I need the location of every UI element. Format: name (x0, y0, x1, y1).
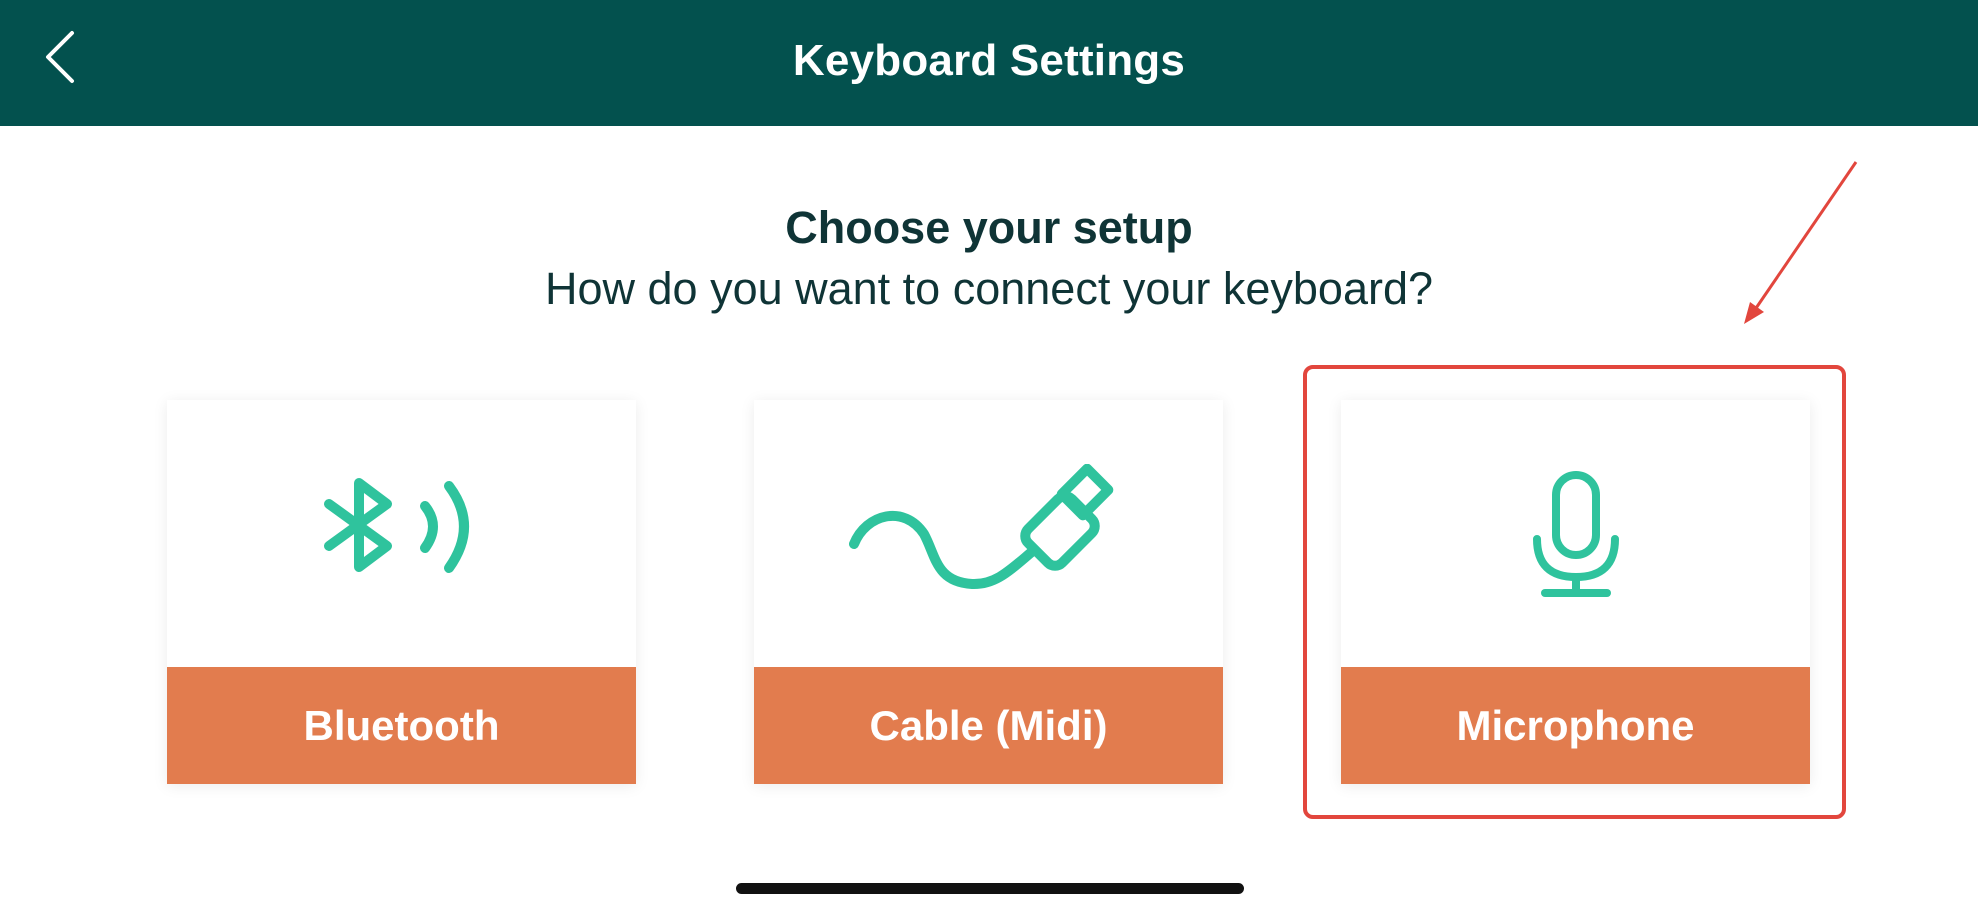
cable-icon-area (754, 400, 1223, 667)
setup-heading: Choose your setup (785, 202, 1193, 253)
cable-midi-option-card[interactable]: Cable (Midi) (754, 400, 1223, 784)
home-indicator[interactable] (736, 883, 1244, 894)
app-screen: Keyboard Settings Choose your setup How … (0, 0, 1978, 913)
microphone-icon-area (1341, 400, 1810, 667)
microphone-option-label: Microphone (1341, 667, 1810, 784)
microphone-option-card[interactable]: Microphone (1341, 400, 1810, 784)
setup-subheading: How do you want to connect your keyboard… (544, 263, 1434, 314)
bluetooth-icon (323, 477, 469, 573)
cable-midi-option-label: Cable (Midi) (754, 667, 1223, 784)
bluetooth-option-card[interactable]: Bluetooth (167, 400, 636, 784)
microphone-icon (1532, 470, 1619, 597)
usb-cable-icon (848, 463, 1113, 589)
top-nav-bar: Keyboard Settings (0, 0, 1978, 126)
page-title: Keyboard Settings (792, 36, 1186, 85)
bluetooth-icon-area (167, 400, 636, 667)
bluetooth-option-label: Bluetooth (167, 667, 636, 784)
